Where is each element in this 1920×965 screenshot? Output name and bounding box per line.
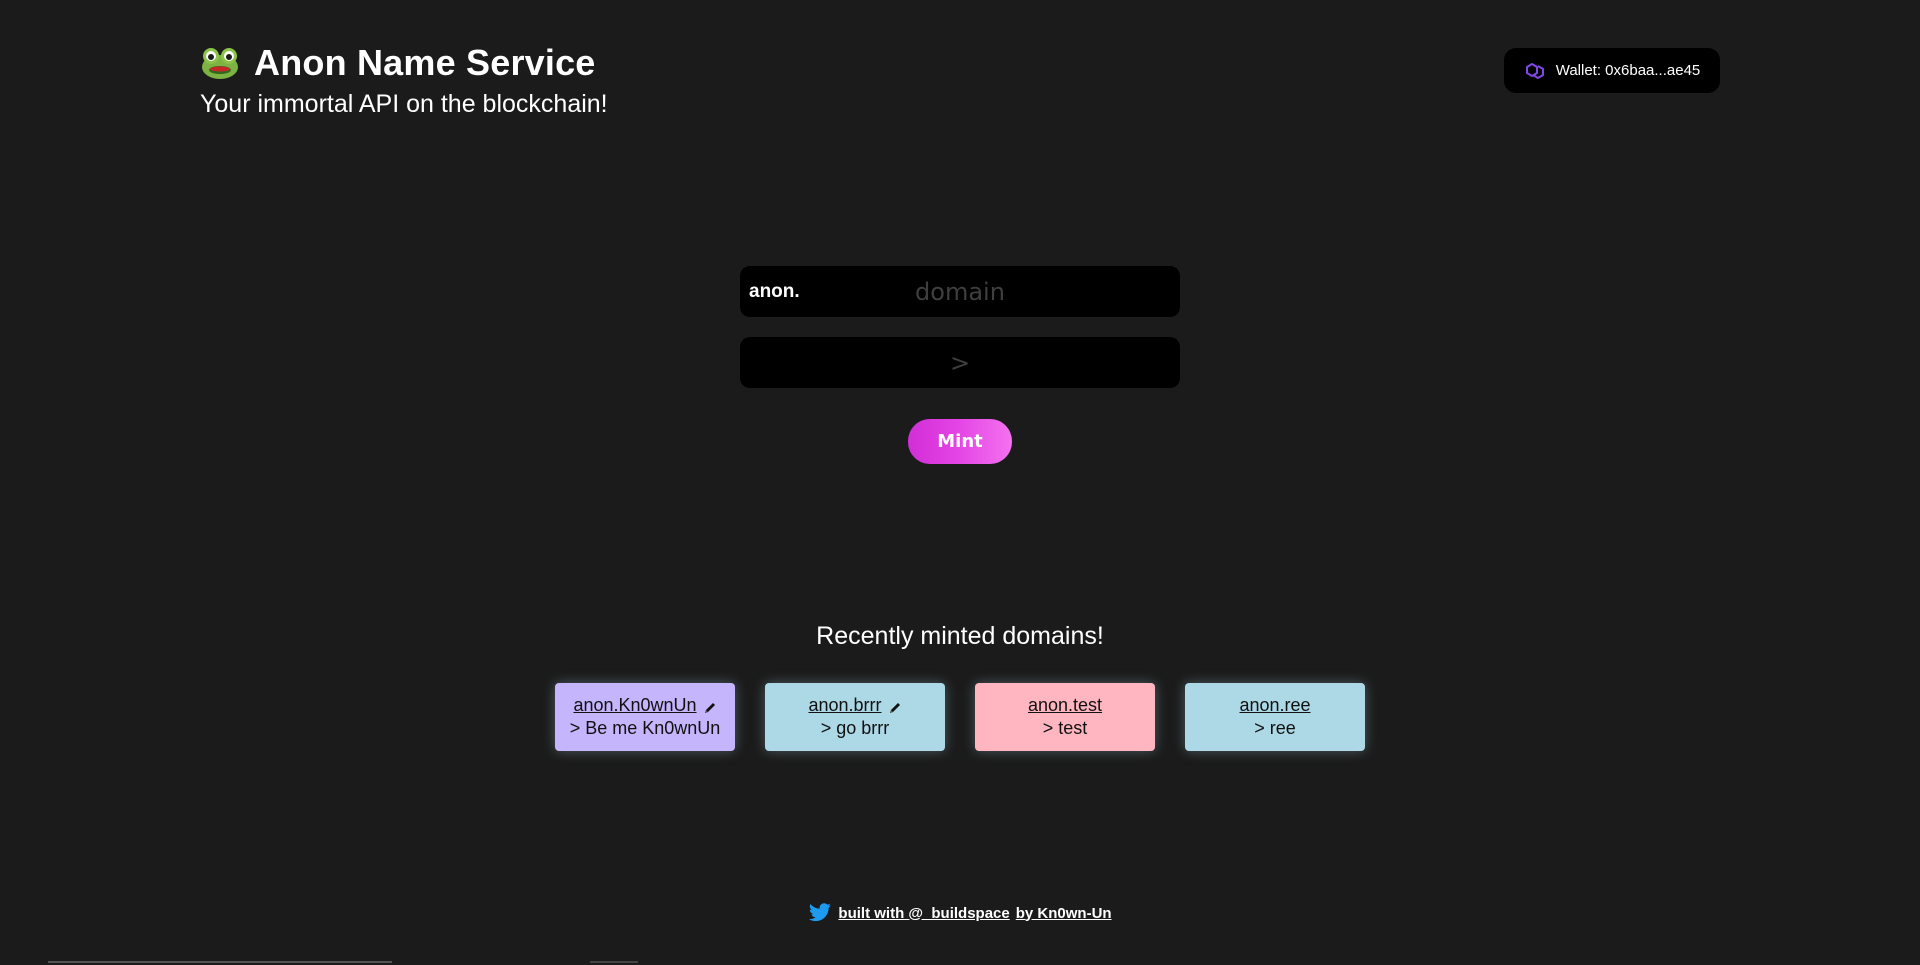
header: Anon Name Service Your immortal API on t…	[200, 42, 608, 119]
frog-icon	[200, 46, 240, 80]
domain-card: anon.test > test	[975, 683, 1155, 751]
domain-record: > test	[1042, 718, 1088, 738]
horizontal-scrollbar[interactable]	[48, 961, 392, 963]
card-name-row: anon.Kn0wnUn	[573, 695, 716, 716]
page: Anon Name Service Your immortal API on t…	[0, 0, 1920, 965]
domain-card: anon.brrr > go brrr	[765, 683, 945, 751]
app-subtitle: Your immortal API on the blockchain!	[200, 90, 608, 118]
title-row: Anon Name Service	[200, 42, 608, 84]
domain-input-row: anon.	[740, 266, 1180, 317]
polygon-icon	[1524, 61, 1546, 81]
scroll-marker	[590, 961, 638, 963]
twitter-icon	[808, 903, 832, 923]
author-link[interactable]: by Kn0wn-Un	[1016, 905, 1112, 922]
buildspace-link[interactable]: built with @_buildspace	[838, 905, 1009, 922]
domain-record: > Be me Kn0wnUn	[569, 718, 721, 738]
domain-card: anon.ree > ree	[1185, 683, 1365, 751]
domain-link[interactable]: anon.test	[1028, 695, 1102, 716]
domain-link[interactable]: anon.ree	[1239, 695, 1310, 716]
wallet-address: Wallet: 0x6baa...ae45	[1555, 62, 1701, 79]
mint-form: anon. Mint	[740, 266, 1180, 464]
wallet-status[interactable]: Wallet: 0x6baa...ae45	[1504, 48, 1720, 93]
domain-link[interactable]: anon.brrr	[808, 695, 881, 716]
domain-record: > ree	[1254, 718, 1296, 738]
domain-record: > go brrr	[820, 718, 890, 738]
card-name-row: anon.test	[1028, 695, 1102, 716]
record-input-row	[740, 337, 1180, 388]
mint-button[interactable]: Mint	[908, 419, 1012, 464]
card-name-row: anon.brrr	[808, 695, 901, 716]
domain-link[interactable]: anon.Kn0wnUn	[573, 695, 696, 716]
record-input[interactable]	[740, 337, 1180, 388]
tld-prefix: anon.	[749, 281, 800, 302]
edit-pencil-icon[interactable]	[703, 699, 717, 713]
mint-wrap: Mint	[740, 419, 1180, 464]
footer: built with @_buildspace by Kn0wn-Un	[0, 903, 1920, 923]
edit-pencil-icon[interactable]	[888, 699, 902, 713]
domain-card: anon.Kn0wnUn > Be me Kn0wnUn	[555, 683, 735, 751]
domain-input[interactable]	[740, 266, 1180, 317]
recent-domains-list: anon.Kn0wnUn > Be me Kn0wnUn anon.brrr >…	[555, 683, 1365, 751]
app-title: Anon Name Service	[254, 42, 596, 83]
card-name-row: anon.ree	[1239, 695, 1310, 716]
recent-domains-title: Recently minted domains!	[816, 622, 1104, 650]
